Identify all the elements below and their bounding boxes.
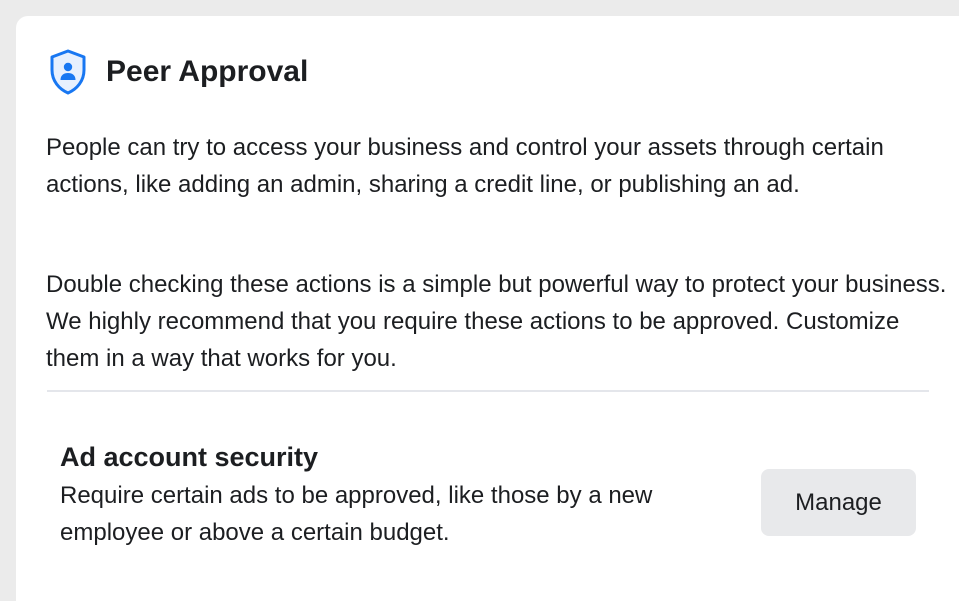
manage-button[interactable]: Manage [761, 469, 916, 536]
card-header: Peer Approval [46, 46, 308, 98]
intro-paragraph-1: People can try to access your business a… [46, 134, 884, 198]
peer-approval-card: Peer Approval People can try to access y… [16, 16, 959, 601]
page-title: Peer Approval [106, 55, 309, 88]
divider [47, 390, 929, 392]
intro-paragraph-2: Double checking these actions is a simpl… [46, 271, 947, 372]
ad-account-security-description: Require certain ads to be approved, like… [60, 482, 653, 546]
shield-person-icon [46, 46, 90, 98]
